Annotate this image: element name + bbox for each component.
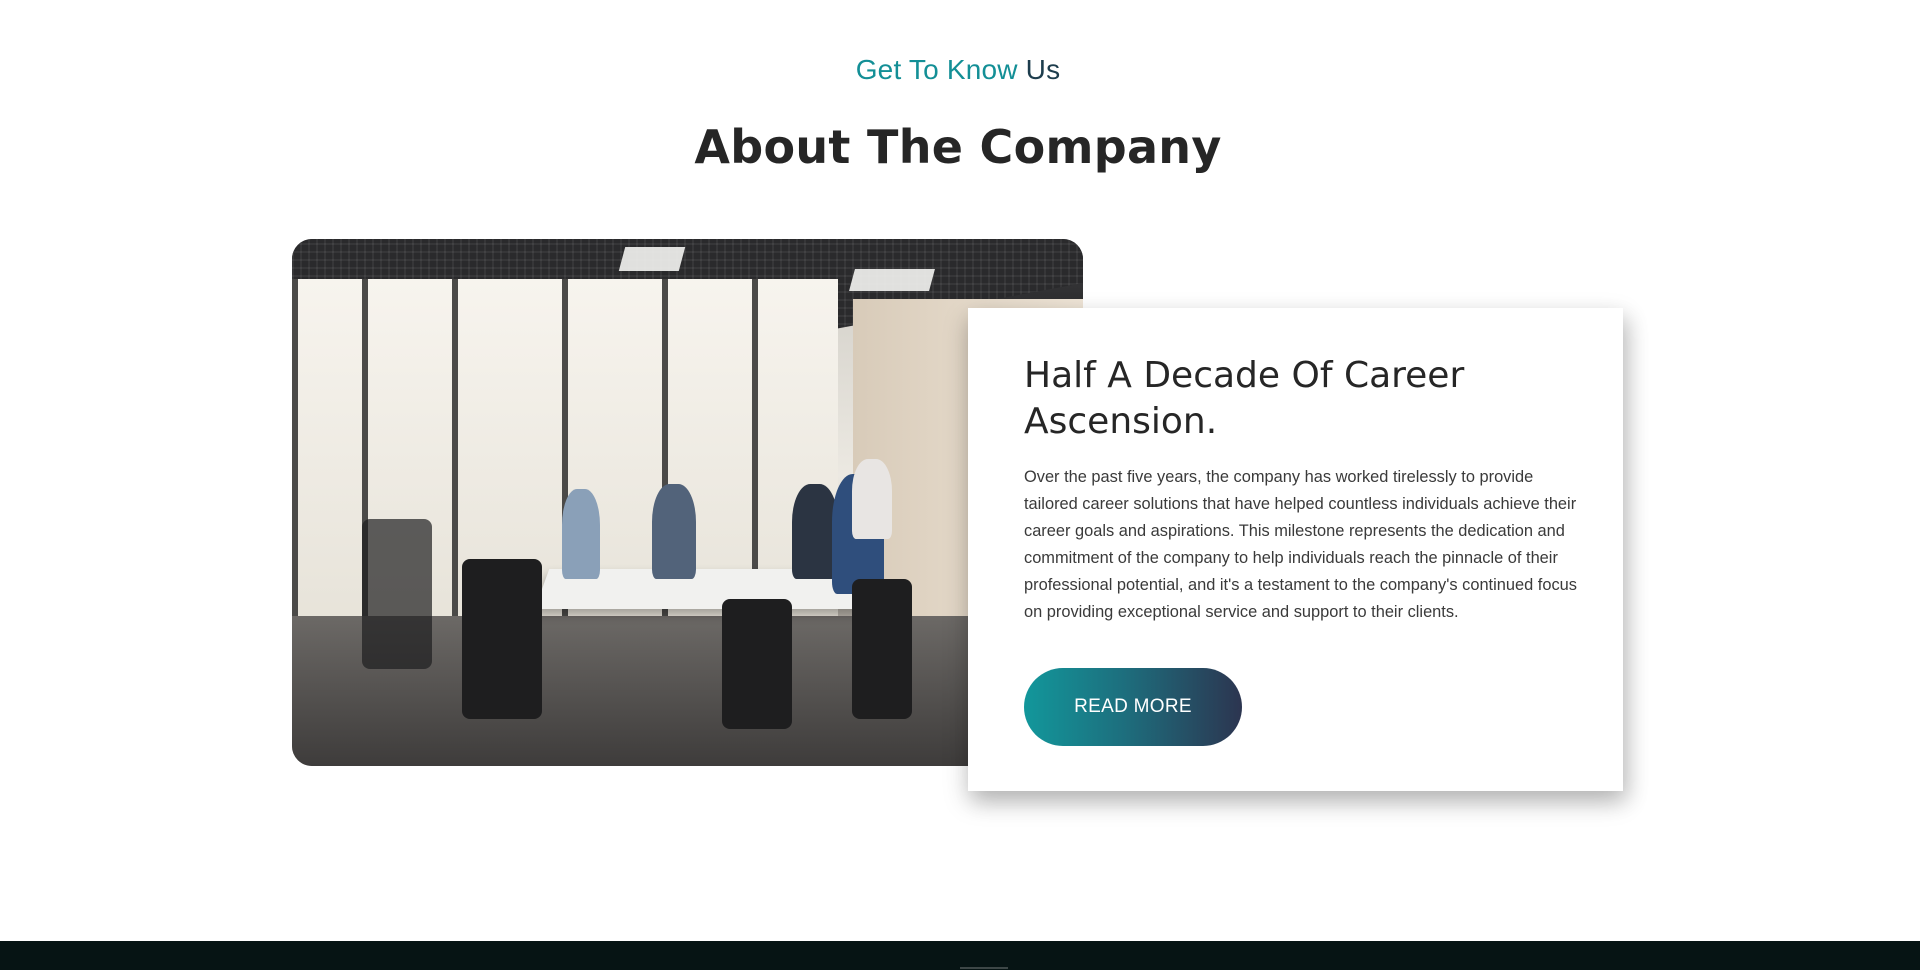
footer-divider (960, 967, 1008, 969)
photo-chair (852, 579, 912, 719)
section-eyebrow: Get To Know Us (0, 50, 1916, 90)
section-title: About The Company (694, 120, 1222, 174)
card-title: Half A Decade Of Career Ascension. (1024, 355, 1465, 442)
photo-chair (362, 519, 432, 669)
photo-window (292, 279, 368, 646)
photo-person (852, 459, 892, 539)
photo-chair (722, 599, 792, 729)
office-meeting-photo (292, 239, 1083, 766)
card-body: Over the past five years, the company ha… (1024, 468, 1577, 621)
eyebrow-text-dark: Us (1025, 54, 1061, 85)
photo-ceiling-light (618, 247, 686, 271)
photo-ceiling-light (849, 269, 935, 291)
about-card: Half A Decade Of Career Ascension. Over … (968, 308, 1623, 791)
photo-chair (462, 559, 542, 719)
read-more-button[interactable]: READ MORE (1024, 668, 1242, 746)
eyebrow-text-accent: Get To Know (855, 54, 1018, 85)
photo-person (652, 484, 696, 579)
photo-person (562, 489, 600, 579)
footer-bar (0, 941, 1920, 970)
